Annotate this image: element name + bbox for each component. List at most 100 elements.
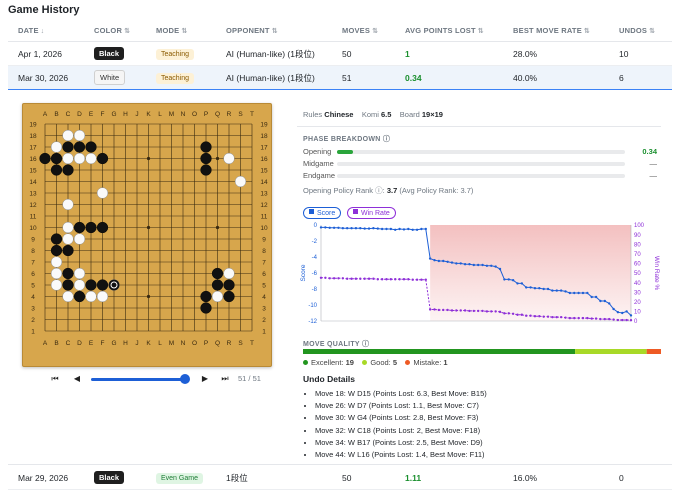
board-row-label: 8 xyxy=(262,248,266,255)
cell-date: Apr 1, 2026 xyxy=(18,48,62,59)
score-point xyxy=(450,261,454,264)
star-point xyxy=(146,156,151,161)
win-rate-point xyxy=(389,278,393,281)
score-point xyxy=(573,291,576,295)
cell-undos: 0 xyxy=(619,472,624,483)
win-rate-point xyxy=(511,312,515,315)
white-stone xyxy=(73,233,86,245)
score-point xyxy=(359,227,362,230)
page-title: Game History xyxy=(8,4,80,16)
cell-best-move-rate: 28.0% xyxy=(513,48,538,59)
win-rate-point xyxy=(476,309,480,313)
col-opponent-header[interactable]: OPPONENT ⇅ xyxy=(216,26,332,35)
table-row-selected[interactable]: Mar 30, 2026 White Teaching AI (Human-li… xyxy=(8,66,672,90)
col-moves-header[interactable]: MOVES ⇅ xyxy=(332,26,395,35)
board-row-label: 11 xyxy=(261,213,268,220)
board-row-label: 16 xyxy=(29,156,37,163)
win-rate-point xyxy=(337,277,340,280)
board-column-label: T xyxy=(250,340,254,347)
y-tick-label: -6 xyxy=(312,271,318,277)
col-undos-header[interactable]: UNDOS ⇅ xyxy=(609,26,672,35)
move-slider[interactable] xyxy=(91,378,186,381)
win-rate-point xyxy=(577,316,580,320)
loss-region xyxy=(430,225,631,321)
score-point xyxy=(424,227,427,231)
phase-bar xyxy=(337,150,625,154)
white-stone xyxy=(73,129,86,142)
move-slider-handle[interactable] xyxy=(180,374,190,384)
win-rate-point xyxy=(459,309,462,312)
white-stone xyxy=(62,233,74,245)
col-best-move-header[interactable]: BEST MOVE RATE ⇅ xyxy=(503,26,609,35)
score-legend-toggle[interactable]: Score xyxy=(303,207,342,219)
go-board-svg[interactable]: AABBCCDDEEFFGGHHJJKKLLMMNNOOPPQQRRSSTT19… xyxy=(23,104,273,368)
win-rate-point xyxy=(407,278,410,281)
win-rate-point xyxy=(503,312,506,315)
info-icon: ⓘ xyxy=(382,136,391,143)
score-point xyxy=(629,314,633,317)
board-row-label: 9 xyxy=(31,236,35,243)
color-badge: White xyxy=(94,70,126,85)
score-point xyxy=(616,311,620,314)
black-stone xyxy=(223,279,235,291)
score-point xyxy=(433,259,436,262)
board-column-label: N xyxy=(181,111,186,118)
win-rate-legend-toggle[interactable]: Win Rate xyxy=(347,207,396,219)
replay-controls: ⏮ ◀ ▶ ⏭ 51 / 51 xyxy=(48,372,280,388)
win-rate-point xyxy=(345,277,349,280)
score-point xyxy=(538,287,541,290)
cell-best-move-rate: 16.0% xyxy=(513,472,538,483)
table-row[interactable]: Mar 29, 2026 Black Even Game 1段位 50 1.11… xyxy=(8,466,672,490)
win-rate-point xyxy=(490,310,493,313)
white-stone xyxy=(50,256,63,268)
next-move-button[interactable]: ▶ xyxy=(198,373,212,385)
win-rate-point xyxy=(625,318,628,322)
move-quality-segment xyxy=(575,349,647,354)
score-point xyxy=(555,289,558,292)
board-column-label: H xyxy=(123,111,128,118)
board-column-label: F xyxy=(101,340,105,347)
win-rate-point xyxy=(420,278,423,281)
win-rate-point xyxy=(376,278,379,281)
board-row-label: 5 xyxy=(262,282,266,289)
score-point xyxy=(612,307,615,311)
black-stone xyxy=(96,279,109,291)
win-rate-point xyxy=(363,277,366,280)
score-point xyxy=(525,286,528,289)
win-rate-point xyxy=(485,310,489,313)
white-stone xyxy=(234,175,247,188)
board-row-label: 7 xyxy=(262,259,266,266)
white-stone xyxy=(62,290,74,303)
win-rate-point xyxy=(424,278,427,281)
score-point xyxy=(367,227,371,230)
board-size-value: 19×19 xyxy=(421,110,443,119)
go-board[interactable]: A A B B C C D D E E F F G G H H J J K K L L M M N N O O P P Q Q R R S S T T 19… xyxy=(22,103,272,367)
sort-icon: ⇅ xyxy=(124,28,131,35)
board-row-label: 15 xyxy=(260,167,268,174)
black-stone xyxy=(200,290,212,303)
black-stone xyxy=(200,152,212,165)
last-move-button[interactable]: ⏭ xyxy=(218,373,232,385)
score-point xyxy=(472,263,476,267)
score-point xyxy=(551,289,554,292)
board-column-label: B xyxy=(54,340,58,347)
win-rate-point xyxy=(433,308,436,311)
previous-move-button[interactable]: ◀ xyxy=(70,373,84,385)
black-stone xyxy=(50,233,63,245)
col-mode-header[interactable]: MODE ⇅ xyxy=(146,26,216,35)
score-point xyxy=(603,299,607,303)
win-rate-point xyxy=(437,308,441,312)
black-stone xyxy=(39,152,51,165)
col-date-header[interactable]: DATE ↓ xyxy=(8,26,84,35)
sort-icon: ↓ xyxy=(40,28,45,35)
col-color-header[interactable]: COLOR ⇅ xyxy=(84,26,146,35)
black-stone xyxy=(62,164,74,176)
score-point xyxy=(507,278,510,281)
info-icon: ⓘ xyxy=(375,186,383,195)
opening-policy-rank: Opening Policy Rank ⓘ: 3.7 (Avg Policy R… xyxy=(303,186,474,195)
table-row[interactable]: Apr 1, 2026 Black Teaching AI (Human-lik… xyxy=(8,42,672,66)
first-move-button[interactable]: ⏮ xyxy=(48,373,62,385)
col-avg-points-header[interactable]: AVG POINTS LOST ⇅ xyxy=(395,26,503,35)
board-column-label: M xyxy=(169,111,174,118)
score-point xyxy=(402,228,406,231)
